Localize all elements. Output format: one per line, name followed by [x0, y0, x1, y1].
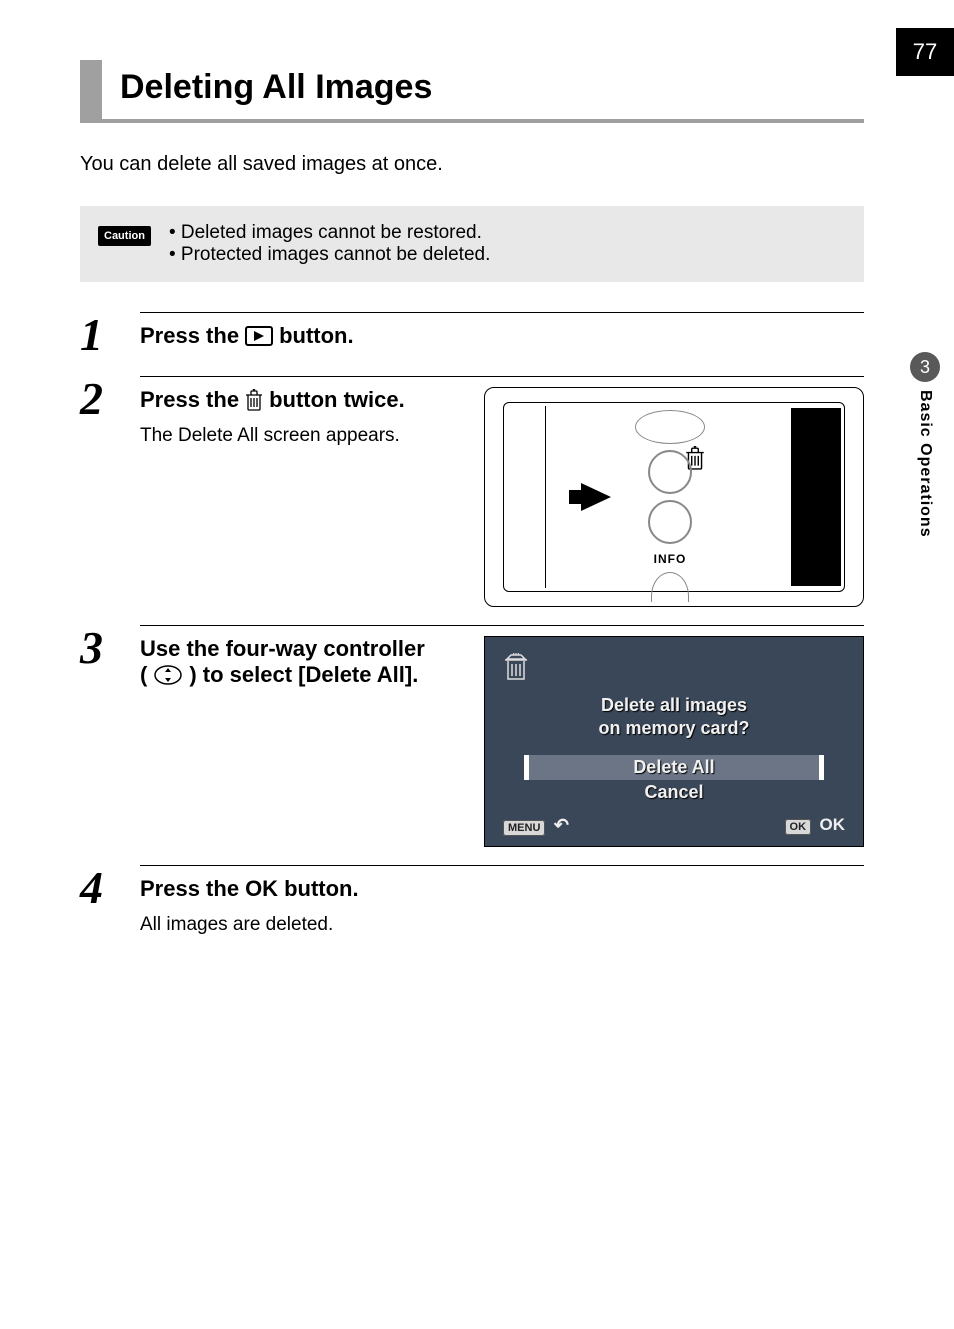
caution-item: Protected images cannot be deleted.: [169, 244, 490, 266]
caution-block: Caution Deleted images cannot be restore…: [80, 206, 864, 282]
step-3-title-line2: ( ) to select [Delete All].: [140, 662, 466, 688]
ok-label: OK: [820, 815, 846, 834]
lcd-option-cancel: Cancel: [529, 780, 819, 805]
page-number-tab: 77: [896, 28, 954, 76]
step-4-desc: All images are deleted.: [140, 914, 864, 936]
lcd-option-delete-all: Delete All: [529, 755, 819, 780]
page-content: Deleting All Images You can delete all s…: [0, 0, 954, 936]
camera-delete-button: [648, 450, 692, 494]
trash-icon: [245, 389, 263, 411]
menu-badge: MENU: [503, 820, 545, 836]
camera-info-button: [648, 500, 692, 544]
playback-icon: [245, 326, 273, 346]
camera-top-button: [635, 410, 705, 444]
caution-list: Deleted images cannot be restored. Prote…: [169, 222, 490, 266]
caution-item: Deleted images cannot be restored.: [169, 222, 490, 244]
step-number: 3: [80, 625, 120, 847]
chapter-side-tab: 3 Basic Operations: [896, 352, 954, 538]
page-number: 77: [913, 39, 937, 65]
chapter-number-badge: 3: [910, 352, 940, 382]
step-number: 1: [80, 312, 120, 358]
step-3-title: Use the four-way controller: [140, 636, 466, 662]
step-1-title: Press the button.: [140, 323, 864, 349]
step-3: 3 Use the four-way controller ( ) to sel…: [80, 625, 864, 847]
heading-accent: [80, 60, 102, 119]
section-heading-bar: Deleting All Images: [80, 60, 864, 123]
info-label: INFO: [654, 552, 687, 566]
step-number: 4: [80, 865, 120, 936]
step-2-desc: The Delete All screen appears.: [140, 425, 466, 447]
lcd-delete-all-screen: Delete all images on memory card? Delete…: [484, 636, 864, 847]
lcd-message: Delete all images on memory card?: [503, 694, 845, 741]
chapter-title: Basic Operations: [916, 390, 934, 538]
step-2: 2 Press the button twice. The Delete All…: [80, 376, 864, 607]
ok-badge: OK: [785, 819, 812, 835]
camera-back-diagram: INFO: [484, 387, 864, 607]
step-4-title: Press the OK button.: [140, 876, 864, 902]
step-number: 2: [80, 376, 120, 607]
step-1: 1 Press the button.: [80, 312, 864, 358]
camera-bottom-button: [651, 572, 689, 602]
lcd-footer: MENU ↶ OK OK: [503, 815, 845, 836]
step-4: 4 Press the OK button. All images are de…: [80, 865, 864, 936]
section-heading: Deleting All Images: [120, 60, 432, 119]
arrow-icon: [581, 483, 611, 511]
caution-badge: Caution: [98, 226, 151, 246]
ok-button-label: OK: [245, 876, 278, 902]
four-way-up-down-icon: [153, 664, 183, 686]
return-arrow-icon: ↶: [554, 815, 569, 835]
step-2-title: Press the button twice.: [140, 387, 466, 413]
trash-outline-icon: [503, 653, 845, 686]
intro-text: You can delete all saved images at once.: [80, 153, 864, 176]
